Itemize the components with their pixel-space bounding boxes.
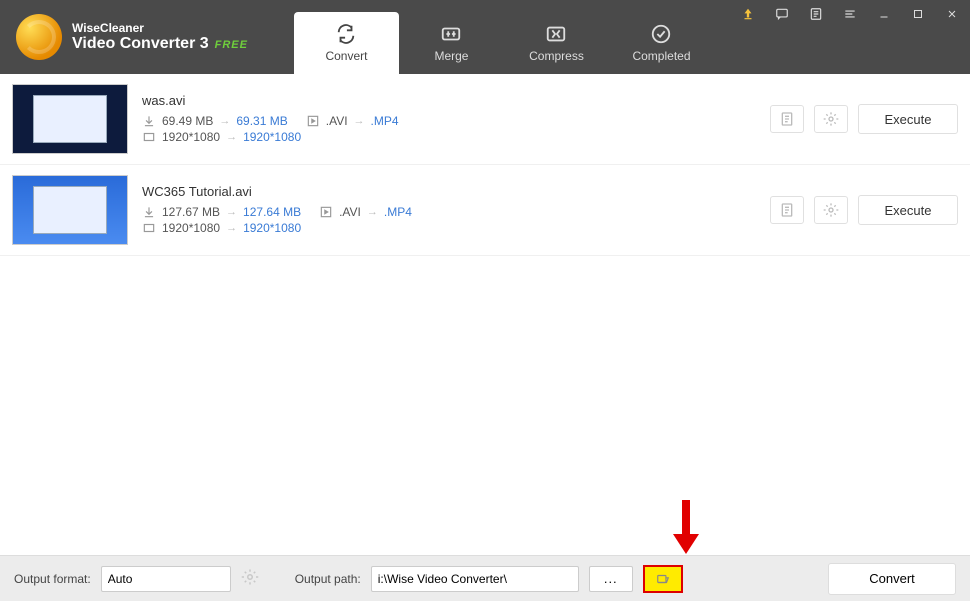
close-button[interactable] bbox=[940, 4, 964, 24]
execute-button[interactable]: Execute bbox=[858, 104, 958, 134]
arrow-icon: → bbox=[226, 222, 237, 234]
resolution-in: 1920*1080 bbox=[162, 130, 220, 144]
format-icon bbox=[306, 114, 320, 128]
edit-button[interactable] bbox=[770, 105, 804, 133]
format-icon bbox=[319, 205, 333, 219]
tab-convert-label: Convert bbox=[325, 49, 367, 63]
format-out: .MP4 bbox=[371, 114, 399, 128]
tab-merge-label: Merge bbox=[434, 49, 468, 63]
file-row[interactable]: was.avi 69.49 MB → 69.31 MB .AVI → .MP4 … bbox=[0, 74, 970, 165]
file-thumbnail bbox=[12, 175, 128, 245]
resolution-icon bbox=[142, 130, 156, 144]
arrow-icon: → bbox=[226, 131, 237, 143]
bottom-toolbar: Output format: Output path: ... Convert bbox=[0, 555, 970, 601]
output-path-input[interactable] bbox=[371, 566, 579, 592]
resolution-icon bbox=[142, 221, 156, 235]
size-out: 127.64 MB bbox=[243, 205, 301, 219]
menu-icon[interactable] bbox=[838, 4, 862, 24]
execute-button[interactable]: Execute bbox=[858, 195, 958, 225]
brand-name: WiseCleaner bbox=[72, 21, 248, 35]
free-badge: FREE bbox=[215, 39, 248, 51]
title-bar: WiseCleaner Video Converter 3 FREE Conve… bbox=[0, 0, 970, 74]
feedback-icon[interactable] bbox=[770, 4, 794, 24]
convert-button[interactable]: Convert bbox=[828, 563, 956, 595]
open-output-folder-button[interactable] bbox=[643, 565, 683, 593]
tab-completed[interactable]: Completed bbox=[609, 12, 714, 74]
file-row[interactable]: WC365 Tutorial.avi 127.67 MB → 127.64 MB… bbox=[0, 165, 970, 256]
arrow-icon: → bbox=[226, 206, 237, 218]
tasklist-icon[interactable] bbox=[804, 4, 828, 24]
arrow-icon: → bbox=[219, 115, 230, 127]
format-in: .AVI bbox=[339, 205, 361, 219]
output-path-label: Output path: bbox=[295, 572, 361, 586]
size-out: 69.31 MB bbox=[236, 114, 287, 128]
output-format-select[interactable] bbox=[101, 566, 231, 592]
minimize-button[interactable] bbox=[872, 4, 896, 24]
edit-button[interactable] bbox=[770, 196, 804, 224]
tab-compress-label: Compress bbox=[529, 49, 584, 63]
tab-merge[interactable]: Merge bbox=[399, 12, 504, 74]
settings-button[interactable] bbox=[814, 196, 848, 224]
arrow-icon: → bbox=[354, 115, 365, 127]
app-logo-icon bbox=[16, 14, 62, 60]
resolution-in: 1920*1080 bbox=[162, 221, 220, 235]
tab-compress[interactable]: Compress bbox=[504, 12, 609, 74]
settings-button[interactable] bbox=[814, 105, 848, 133]
tab-convert[interactable]: Convert bbox=[294, 12, 399, 74]
format-out: .MP4 bbox=[384, 205, 412, 219]
size-in: 127.67 MB bbox=[162, 205, 220, 219]
tab-completed-label: Completed bbox=[632, 49, 690, 63]
maximize-button[interactable] bbox=[906, 4, 930, 24]
resolution-out: 1920*1080 bbox=[243, 221, 301, 235]
browse-path-button[interactable]: ... bbox=[589, 566, 633, 592]
file-list: was.avi 69.49 MB → 69.31 MB .AVI → .MP4 … bbox=[0, 74, 970, 256]
annotation-arrow-icon bbox=[671, 500, 701, 560]
file-name: was.avi bbox=[142, 93, 756, 108]
brand: WiseCleaner Video Converter 3 FREE bbox=[0, 0, 264, 74]
output-format-label: Output format: bbox=[14, 572, 91, 586]
file-thumbnail bbox=[12, 84, 128, 154]
resolution-out: 1920*1080 bbox=[243, 130, 301, 144]
filesize-icon bbox=[142, 205, 156, 219]
size-in: 69.49 MB bbox=[162, 114, 213, 128]
arrow-icon: → bbox=[367, 206, 378, 218]
file-name: WC365 Tutorial.avi bbox=[142, 184, 756, 199]
filesize-icon bbox=[142, 114, 156, 128]
window-controls bbox=[736, 4, 964, 24]
product-name: Video Converter 3 bbox=[72, 35, 209, 53]
format-in: .AVI bbox=[326, 114, 348, 128]
upgrade-icon[interactable] bbox=[736, 4, 760, 24]
format-settings-button[interactable] bbox=[241, 568, 259, 589]
mode-tabs: Convert Merge Compress Completed bbox=[294, 0, 714, 74]
